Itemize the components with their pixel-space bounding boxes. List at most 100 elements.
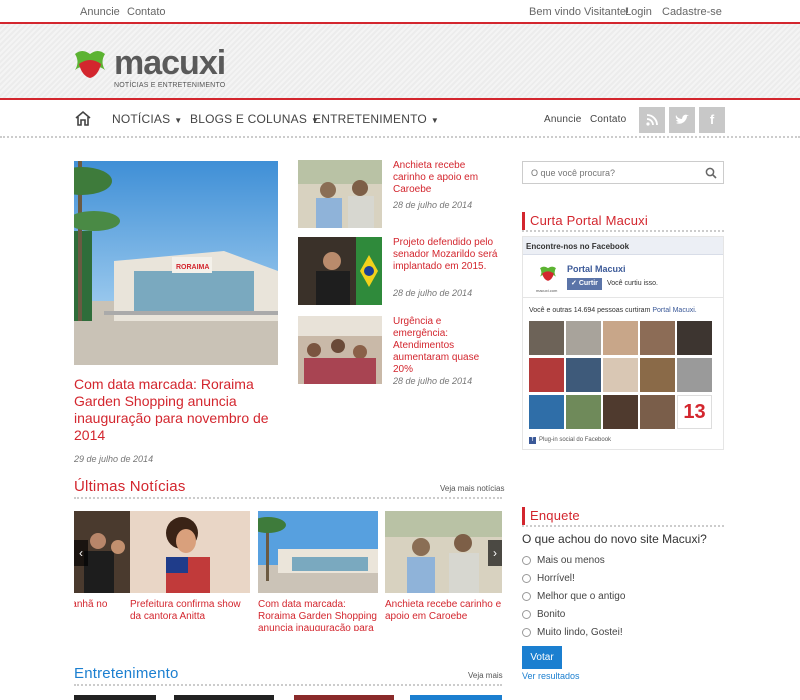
radio-button[interactable] [522,555,531,565]
curta-title: Curta Portal Macuxi [530,213,648,228]
search-input[interactable] [523,162,693,183]
section-divider [522,525,724,527]
welcome-text: Bem vindo Visitante! [529,6,630,18]
fan-avatar[interactable] [640,358,675,392]
facebook-icon[interactable]: f [699,107,725,133]
enquete-title: Enquete [530,508,580,523]
fan-avatar[interactable] [566,358,601,392]
poll-option[interactable]: Muito lindo, Gostei! [522,627,623,638]
search-icon[interactable] [705,167,717,179]
featured-sign-text: RORAIMA [176,264,209,271]
poll-option[interactable]: Mais ou menos [522,555,605,566]
news-carousel: ções 2014 manhã no Prefeitura confirma s… [74,511,502,631]
ultimas-more-link[interactable]: Veja mais notícias [440,484,504,493]
carousel-item[interactable]: Com data marcada: Roraima Garden Shoppin… [258,511,378,631]
fb-likes-count: Você e outras 14.694 pessoas curtiram Po… [529,307,697,314]
fan-avatar[interactable] [603,395,638,429]
carousel-item[interactable]: Anchieta recebe carinho e apoio em Caroe… [385,511,502,623]
site-logo[interactable]: macuxi NOTÍCIAS E ENTRETENIMENTO [72,46,232,89]
facebook-icon: f [529,437,536,444]
nav-noticias[interactable]: NOTÍCIAS ▼ [112,112,182,126]
radio-button[interactable] [522,591,531,601]
carousel-caption[interactable]: ções 2014 manhã no [74,599,134,611]
fan-avatar[interactable]: 13 [677,395,712,429]
home-icon[interactable] [74,110,92,129]
nav-entretenimento[interactable]: ENTRETENIMENTO ▼ [313,112,439,126]
list-item[interactable]: Urgência e emergência: Atendimentos aume… [298,316,502,386]
poll-option[interactable]: Horrível! [522,573,575,584]
chevron-down-icon: ▼ [174,116,183,125]
fb-like-button[interactable]: ✓ Curtir [567,278,602,290]
radio-button[interactable] [522,627,531,637]
carousel-caption[interactable]: Prefeitura confirma show da cantora Anit… [130,599,250,623]
fan-avatar[interactable] [677,358,712,392]
fan-avatar[interactable] [640,395,675,429]
poll-option[interactable]: Melhor que o antigo [522,591,625,602]
list-item[interactable]: Projeto defendido pelo senador Mozarildo… [298,237,502,307]
fb-logo-caption: macuxi.com [536,288,558,293]
news-thumbnail[interactable] [298,316,382,384]
logo-tagline: NOTÍCIAS E ENTRETENIMENTO [114,82,226,89]
news-title[interactable]: Urgência e emergência: Atendimentos aume… [393,316,498,376]
section-divider [74,497,502,499]
fan-avatar[interactable] [566,321,601,355]
carousel-caption[interactable]: Com data marcada: Roraima Garden Shoppin… [258,599,378,631]
news-thumbnail[interactable] [298,237,382,305]
carousel-item[interactable]: Prefeitura confirma show da cantora Anit… [130,511,250,623]
fan-avatar[interactable] [566,395,601,429]
poll-results-link[interactable]: Ver resultados [522,671,580,681]
nav-anuncie[interactable]: Anuncie [544,114,582,125]
vote-button[interactable]: Votar [522,646,562,669]
login-link[interactable]: Login [625,6,652,18]
fan-avatar[interactable] [603,321,638,355]
fb-page-name[interactable]: Portal Macuxi [567,264,626,274]
featured-date: 29 de julho de 2014 [74,454,154,464]
fan-avatar[interactable] [529,395,564,429]
news-title[interactable]: Anchieta recebe carinho e apoio em Caroe… [393,160,498,196]
register-link[interactable]: Cadastre-se [662,6,722,18]
search-box[interactable] [522,161,724,184]
nav-contato[interactable]: Contato [590,114,626,125]
radio-button[interactable] [522,609,531,619]
list-item[interactable]: Anchieta recebe carinho e apoio em Caroe… [298,160,502,230]
rss-icon[interactable] [639,107,665,133]
twitter-icon[interactable] [669,107,695,133]
chevron-down-icon: ▼ [430,116,440,125]
fan-avatar[interactable] [640,321,675,355]
site-header: macuxi NOTÍCIAS E ENTRETENIMENTO [0,24,800,100]
poll-question: O que achou do novo site Macuxi? [522,532,707,546]
fb-fan-grid: 13 [529,321,714,431]
fb-likes-text: Você e outras 14.694 pessoas curtiram [529,307,651,314]
news-title[interactable]: Projeto defendido pelo senador Mozarildo… [393,237,498,273]
poll-option-label: Muito lindo, Gostei! [537,627,623,638]
top-bar: Anuncie Contato Bem vindo Visitante! Log… [0,0,800,24]
fb-likes-link[interactable]: Portal Macuxi. [652,307,696,314]
poll-option[interactable]: Bonito [522,609,565,620]
top-link-anuncie[interactable]: Anuncie [80,6,120,18]
entretenimento-title: Entretenimento [74,665,179,682]
entretenimento-more-link[interactable]: Veja mais [468,671,503,680]
ultimas-title: Últimas Notícias [74,478,186,495]
carousel-thumbnail [258,511,378,593]
featured-title[interactable]: Com data marcada: Roraima Garden Shoppin… [74,376,282,444]
nav-blogs[interactable]: BLOGS E COLUNAS ▼ [190,112,319,126]
fan-avatar[interactable] [603,358,638,392]
top-link-contato[interactable]: Contato [127,6,166,18]
nav-noticias-label: NOTÍCIAS [112,112,171,126]
news-thumbnail[interactable] [298,160,382,228]
featured-image[interactable]: RORAIMA [74,161,278,365]
carousel-caption[interactable]: Anchieta recebe carinho e apoio em Caroe… [385,599,502,623]
entretenimento-strip [74,695,502,700]
carousel-thumbnail [130,511,250,593]
radio-button[interactable] [522,573,531,583]
carousel-prev-icon[interactable]: ‹ [74,540,88,566]
fan-avatar[interactable] [529,321,564,355]
section-divider [522,230,724,232]
fan-avatar[interactable] [529,358,564,392]
fb-plugin-label: f Plug-in social do Facebook [529,437,611,444]
fb-page-logo[interactable]: macuxi.com [536,265,560,293]
carousel-next-icon[interactable]: › [488,540,502,566]
fan-avatar[interactable] [677,321,712,355]
fb-header: Encontre-nos no Facebook [523,237,723,255]
news-date: 28 de julho de 2014 [393,200,473,210]
